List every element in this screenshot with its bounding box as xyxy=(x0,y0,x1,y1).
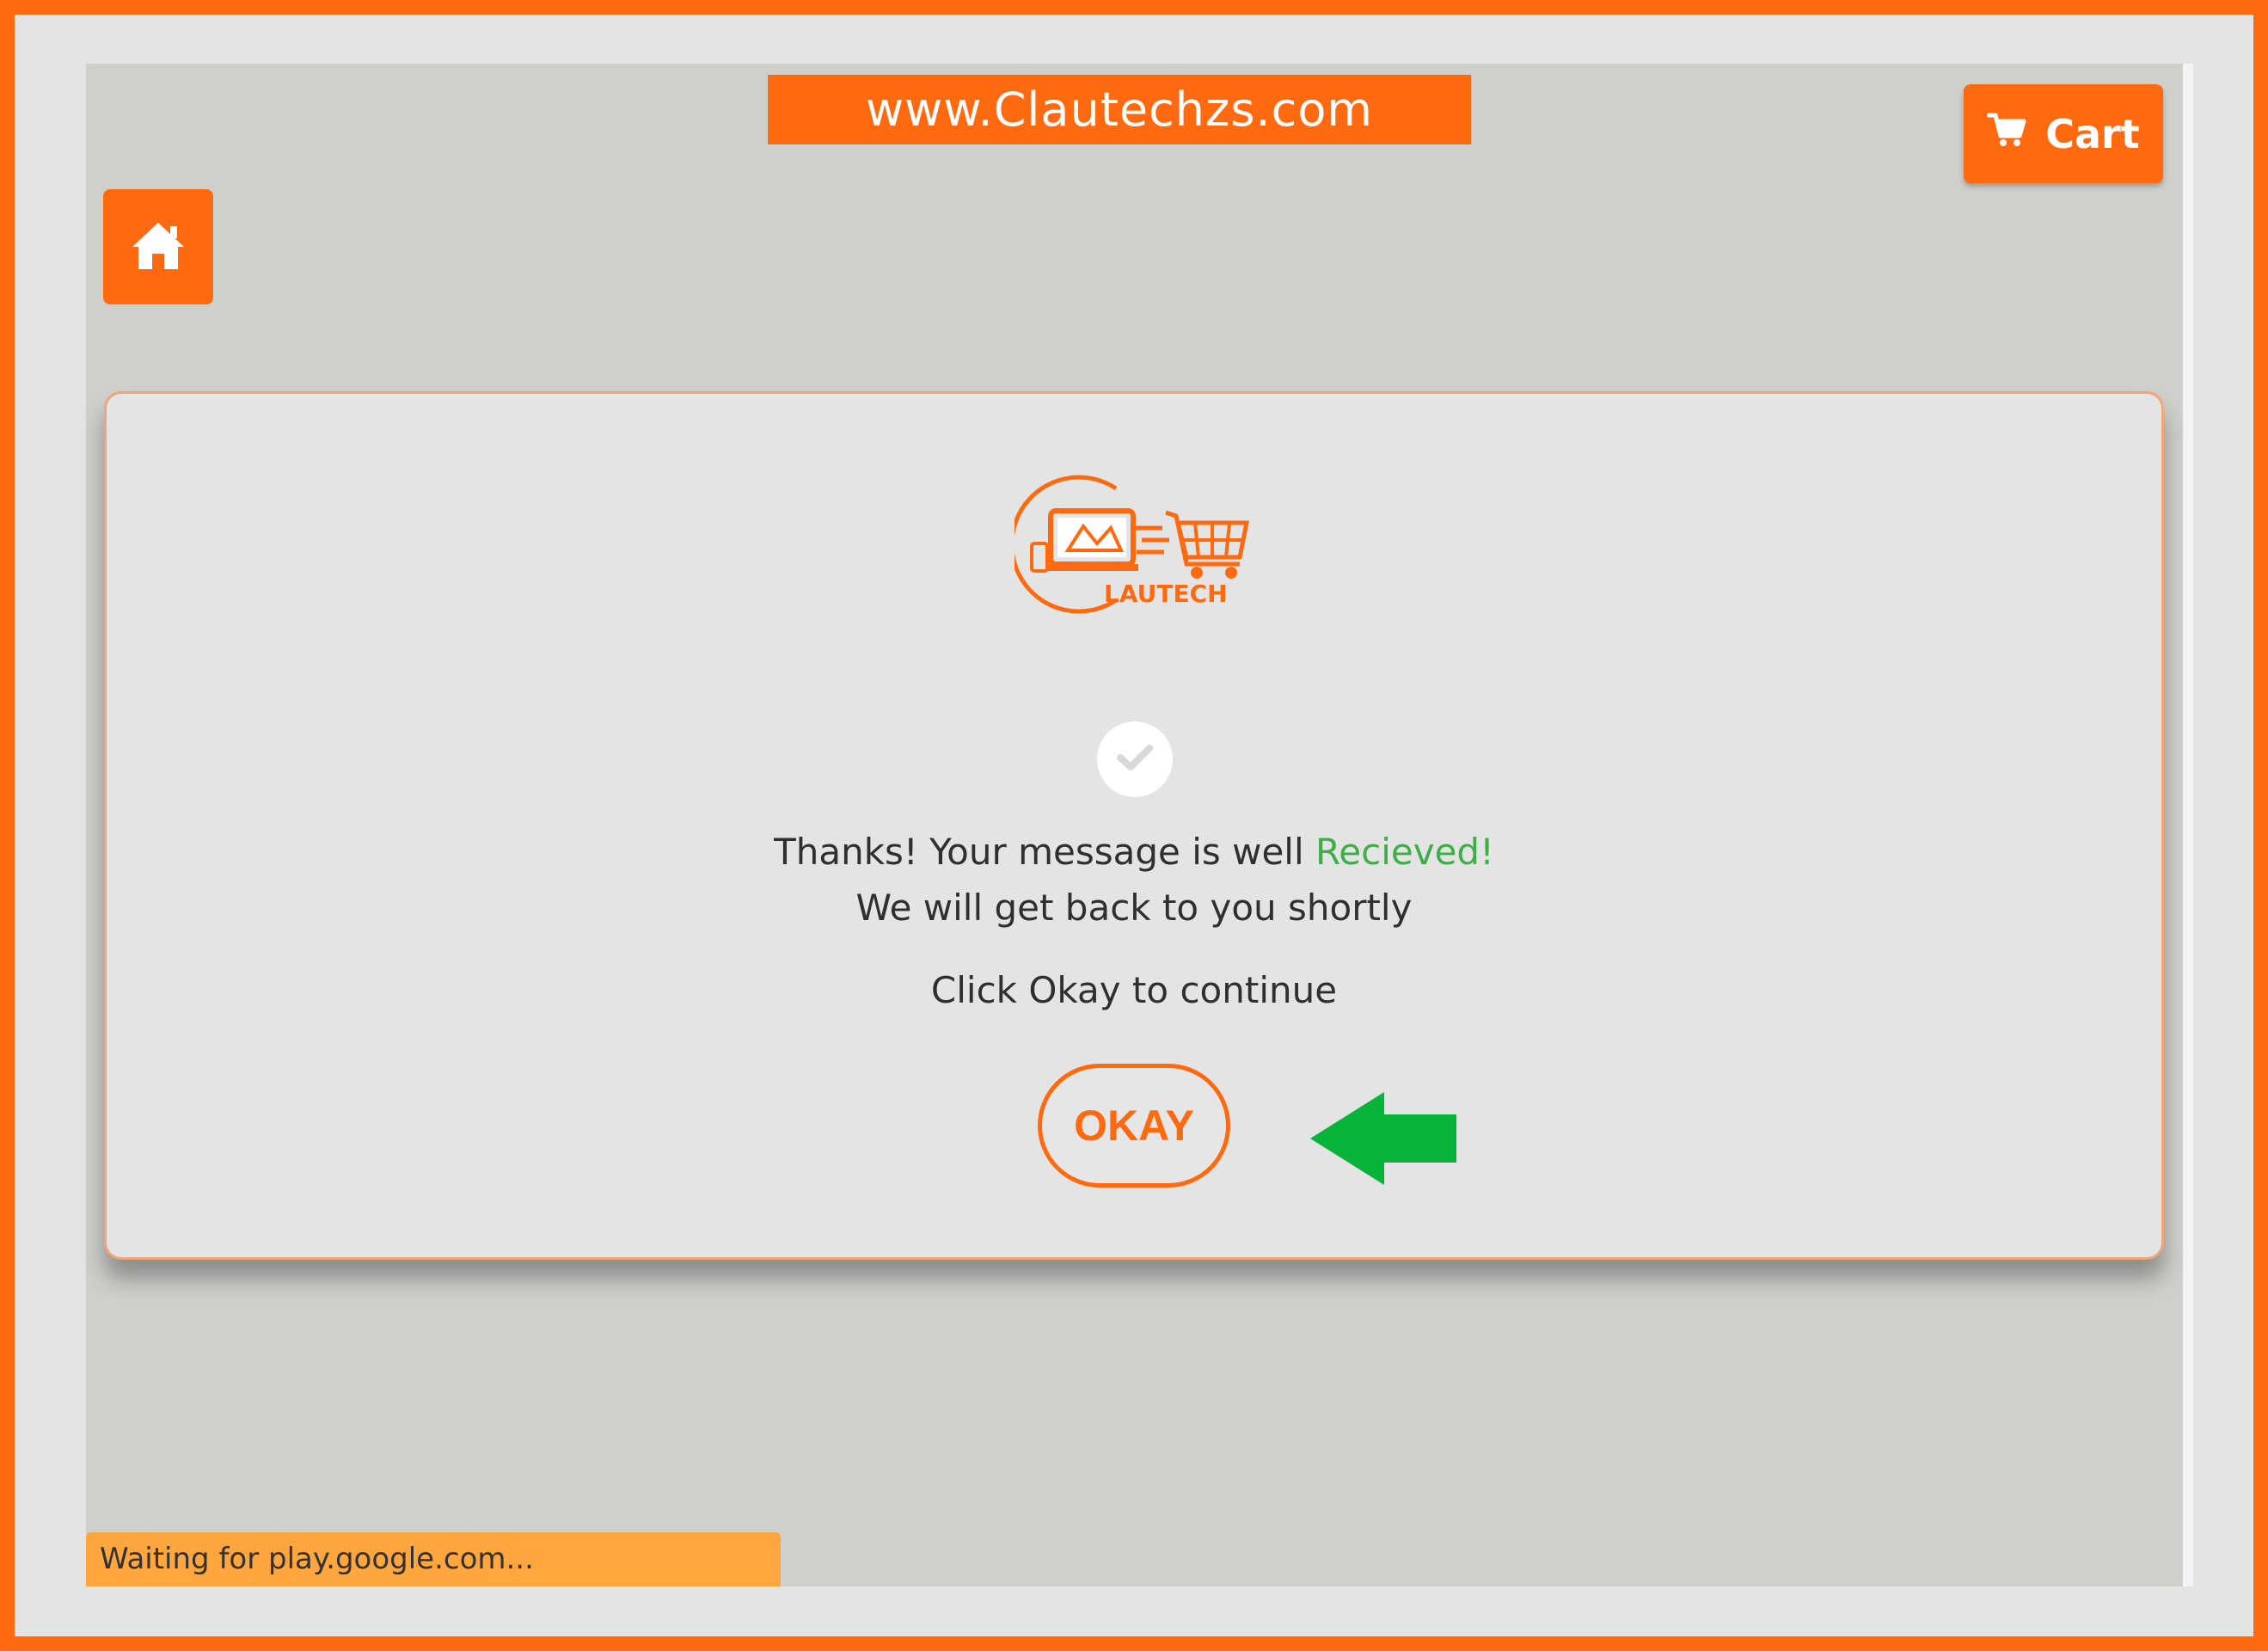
cart-label: Cart xyxy=(2045,110,2140,157)
check-icon xyxy=(1116,743,1154,776)
clautech-logo: LAUTECH xyxy=(1009,471,1255,616)
viewport-edge xyxy=(2183,64,2193,1587)
follow-up-message: We will get back to you shortly xyxy=(855,887,1413,929)
site-url-banner: www.Clautechzs.com xyxy=(768,75,1471,144)
home-icon xyxy=(129,219,187,274)
green-arrow-left-icon xyxy=(1310,1092,1458,1185)
confirmation-message: Thanks! Your message is well Recieved! xyxy=(104,831,2164,873)
received-highlight: Recieved! xyxy=(1315,831,1494,873)
status-bar: Waiting for play.google.com... xyxy=(86,1532,781,1587)
home-button[interactable] xyxy=(103,189,213,304)
cart-button[interactable]: Cart xyxy=(1964,84,2163,183)
logo-text: LAUTECH xyxy=(1104,580,1228,608)
cart-icon xyxy=(1986,111,2026,157)
okay-button[interactable]: OKAY xyxy=(1038,1064,1230,1188)
message-prefix: Thanks! Your message is well xyxy=(774,831,1315,873)
success-check-badge xyxy=(1097,721,1173,797)
continue-instruction: Click Okay to continue xyxy=(930,969,1338,1011)
